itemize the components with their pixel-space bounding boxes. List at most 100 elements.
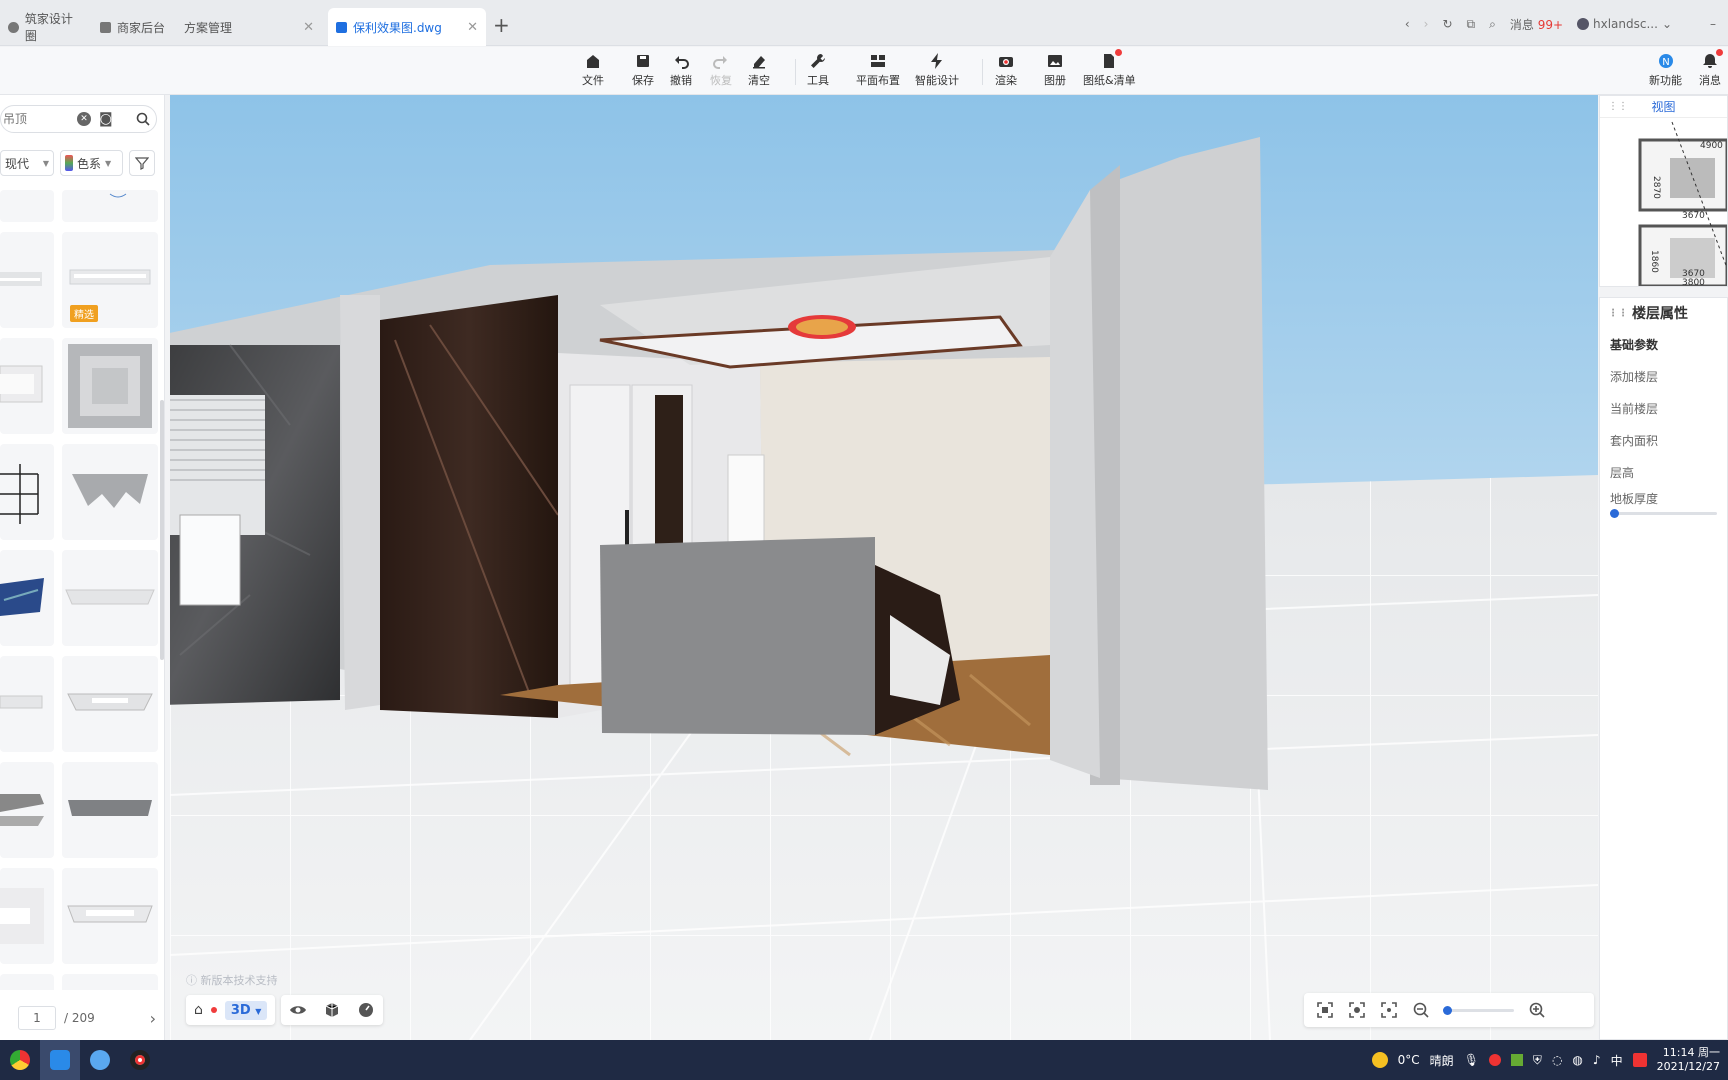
product-item[interactable]: [62, 444, 158, 540]
advanced-filter-button[interactable]: [129, 150, 155, 176]
copy-icon[interactable]: ⧉: [1467, 17, 1476, 32]
new-tab-button[interactable]: +: [493, 13, 510, 37]
product-item[interactable]: [0, 232, 54, 328]
minimap-tab[interactable]: ⋮⋮ 视图: [1600, 96, 1727, 118]
back-icon[interactable]: ‹: [1405, 17, 1410, 31]
color-filter-select[interactable]: 色系 ▼: [60, 150, 123, 176]
wifi-icon[interactable]: ◍: [1572, 1053, 1582, 1067]
product-item[interactable]: [0, 338, 54, 434]
tab-zhujia[interactable]: 筑家设计圈: [0, 8, 92, 46]
new-feature-button[interactable]: N 新功能: [1649, 52, 1682, 88]
page-input[interactable]: 1: [18, 1006, 56, 1030]
clock[interactable]: 11:14 周一 2021/12/27: [1657, 1046, 1720, 1074]
search-input[interactable]: [3, 112, 73, 126]
product-item[interactable]: [0, 444, 54, 540]
shield-icon[interactable]: ⛨: [1533, 1053, 1542, 1068]
redo-button[interactable]: 恢复: [710, 52, 732, 88]
layout-icon: [871, 55, 885, 67]
product-item[interactable]: [62, 656, 158, 752]
product-thumb-icon: [0, 464, 39, 524]
caret-down-icon: ▼: [105, 158, 112, 168]
clear-search-icon[interactable]: ✕: [77, 112, 91, 126]
zoom-slider[interactable]: [1443, 1005, 1514, 1015]
product-item[interactable]: [62, 762, 158, 858]
save-button[interactable]: 保存: [632, 52, 654, 88]
window-minimize-icon[interactable]: –: [1710, 17, 1716, 31]
product-item[interactable]: 精选: [62, 232, 158, 328]
close-icon[interactable]: ✕: [303, 20, 314, 35]
album-button[interactable]: 图册: [1044, 52, 1066, 88]
3d-viewport[interactable]: [170, 95, 1598, 1040]
tab-merchant[interactable]: 商家后台: [92, 8, 178, 46]
cube-icon[interactable]: [323, 1001, 341, 1019]
record-tray-icon[interactable]: [1488, 1054, 1501, 1066]
catalog-scrollbar[interactable]: [160, 400, 164, 660]
drawings-list-button[interactable]: 图纸&清单: [1083, 52, 1136, 88]
floor-layout-button[interactable]: 平面布置: [856, 52, 900, 88]
product-item[interactable]: [62, 190, 158, 222]
camera-search-icon[interactable]: ◙: [99, 111, 113, 127]
fit-view-icon[interactable]: [1316, 1001, 1334, 1019]
volume-icon[interactable]: ♪: [1593, 1053, 1601, 1067]
slab-thickness-knob[interactable]: [1610, 509, 1619, 518]
antivirus-icon[interactable]: [1632, 1053, 1647, 1067]
product-item[interactable]: [0, 868, 54, 964]
refresh-icon[interactable]: ↻: [1442, 17, 1452, 31]
zoom-out-icon[interactable]: [1412, 1001, 1430, 1019]
current-floor-row[interactable]: 当前楼层: [1600, 392, 1727, 424]
tools-button[interactable]: 工具: [807, 52, 829, 88]
forward-icon[interactable]: ›: [1424, 17, 1429, 31]
app-icon[interactable]: [40, 1040, 80, 1080]
focus-icon[interactable]: [1380, 1001, 1398, 1019]
tab-plan-manage[interactable]: 方案管理 ✕: [176, 8, 322, 46]
nvidia-icon[interactable]: [1510, 1054, 1523, 1066]
network-icon[interactable]: ◌: [1552, 1053, 1562, 1067]
minimap-dim: 1860: [1649, 250, 1659, 273]
bird-app-icon[interactable]: [80, 1040, 120, 1080]
drag-handle-icon[interactable]: ⋮⋮: [1608, 308, 1628, 319]
wrench-icon: [811, 54, 825, 68]
slab-thickness-slider[interactable]: [1610, 509, 1717, 518]
product-item[interactable]: [0, 656, 54, 752]
close-icon[interactable]: ✕: [467, 20, 478, 35]
next-page-icon[interactable]: ›: [150, 1009, 156, 1028]
gauge-icon[interactable]: [357, 1001, 375, 1019]
view-settings-icon[interactable]: [1348, 1001, 1366, 1019]
message-link[interactable]: 消息 99+: [1510, 16, 1563, 33]
user-menu[interactable]: hxlandsc... ⌄: [1577, 17, 1672, 31]
section-basic-params: 基础参数: [1610, 337, 1659, 352]
product-item[interactable]: [62, 338, 158, 434]
search-icon[interactable]: ⌕: [1489, 17, 1496, 32]
chrome-icon[interactable]: [0, 1040, 40, 1080]
eye-icon[interactable]: [289, 1001, 307, 1019]
product-item[interactable]: [0, 190, 54, 222]
weather-temp[interactable]: 0°C: [1398, 1053, 1420, 1067]
product-item[interactable]: [0, 550, 54, 646]
camera-view-icon[interactable]: ⌂: [194, 1002, 203, 1018]
zoom-slider-knob[interactable]: [1443, 1005, 1453, 1015]
tab-dwg[interactable]: 保利效果图.dwg ✕: [328, 8, 486, 46]
product-item[interactable]: [0, 974, 54, 990]
smart-design-button[interactable]: 智能设计: [915, 52, 959, 88]
product-item[interactable]: [62, 868, 158, 964]
style-filter-select[interactable]: 现代 ▼: [0, 150, 54, 176]
messages-button[interactable]: 消息: [1699, 52, 1721, 88]
os-taskbar: 0°C 晴朗 🎙︎ ⛨ ◌ ◍ ♪ 中 11:14 周一 2021/12/27: [0, 1040, 1728, 1080]
clear-button[interactable]: 清空: [748, 52, 770, 88]
search-button[interactable]: [130, 106, 156, 132]
add-floor-row[interactable]: 添加楼层: [1600, 360, 1727, 392]
zoom-in-icon[interactable]: [1528, 1001, 1546, 1019]
record-icon[interactable]: [120, 1040, 160, 1080]
3d-mode-select[interactable]: 3D ▼: [224, 1000, 268, 1020]
undo-button[interactable]: 撤销: [670, 52, 692, 88]
mic-icon[interactable]: 🎙︎: [1464, 1053, 1479, 1067]
ime-indicator[interactable]: 中: [1611, 1052, 1623, 1069]
file-button[interactable]: 文件: [582, 52, 604, 88]
drag-handle-icon[interactable]: ⋮⋮: [1608, 101, 1628, 112]
floor-plan-minimap[interactable]: 4900 2870 3670 1860 3670 3800: [1600, 118, 1728, 288]
product-item[interactable]: [0, 762, 54, 858]
product-item[interactable]: [62, 974, 158, 990]
weather-text[interactable]: 晴朗: [1430, 1052, 1454, 1069]
render-button[interactable]: 渲染: [995, 52, 1017, 88]
product-item[interactable]: [62, 550, 158, 646]
